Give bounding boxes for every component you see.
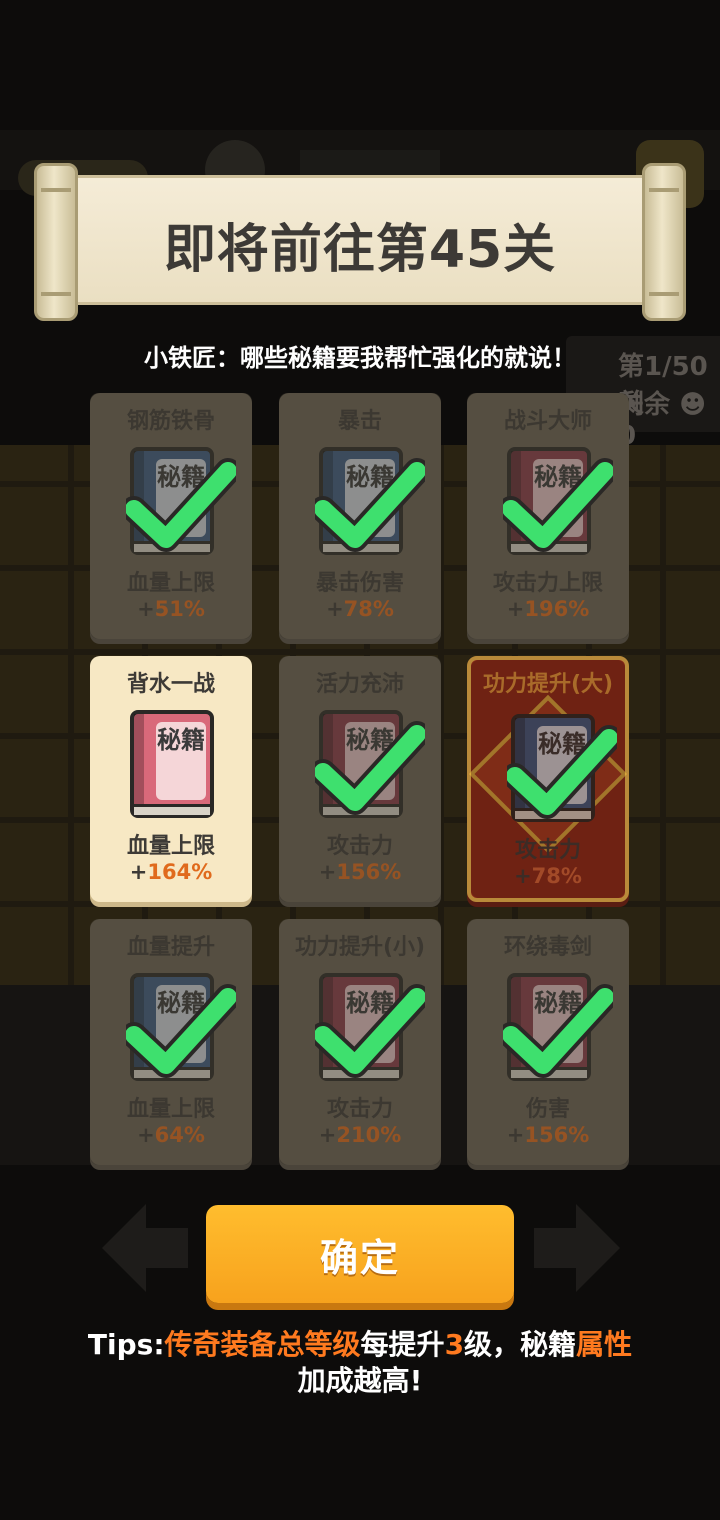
checkmark-icon (503, 984, 613, 1078)
card-value: +196% (506, 597, 590, 621)
card-name: 战斗大师 (503, 409, 592, 434)
card-value: +156% (318, 860, 402, 884)
card-name: 背水一战 (126, 672, 215, 697)
card-stat: 攻击力 (514, 838, 581, 863)
card-name: 血量提升 (126, 935, 215, 960)
title-scroll-banner: 即将前往第45关 (34, 163, 686, 323)
checkmark-icon (507, 725, 617, 819)
scroll-roll-right (642, 163, 686, 321)
tips-text: Tips:传奇装备总等级每提升3级，秘籍属性 加成越高! (87, 1328, 633, 1397)
scroll-roll-left (34, 163, 78, 321)
arrow-right-icon (534, 1204, 620, 1292)
card-stat: 暴击伤害 (315, 571, 404, 596)
skill-card[interactable]: 环绕毒剑 秘籍 伤害 +156% (467, 919, 629, 1165)
checkmark-icon (315, 458, 425, 552)
card-value: +64% (137, 1123, 205, 1147)
card-value: +210% (318, 1123, 402, 1147)
card-name: 暴击 (337, 409, 382, 434)
card-value: +156% (506, 1123, 590, 1147)
skill-card[interactable]: 活力充沛 秘籍 攻击力 +156% (279, 656, 441, 902)
card-value: +78% (514, 864, 582, 888)
bg-stage-remaining: 剩余 ☻0 (618, 390, 707, 451)
card-stat: 血量上限 (126, 834, 215, 859)
skill-card[interactable]: 血量提升 秘籍 血量上限 +64% (90, 919, 252, 1165)
card-name: 活力充沛 (315, 672, 404, 697)
card-value: +51% (137, 597, 205, 621)
book-icon: 秘籍 (130, 710, 214, 818)
card-name: 功力提升(大) (482, 672, 614, 697)
checkmark-icon (126, 984, 236, 1078)
skill-card[interactable]: 功力提升(大) 秘籍 攻击力 +78% (467, 656, 629, 902)
skill-book-grid: 钢筋铁骨 秘籍 血量上限 +51% 暴击 秘籍 暴击伤害 +78% 战斗大师 秘籍 攻击力上限 +19… (90, 393, 630, 1165)
card-value: +78% (326, 597, 394, 621)
card-value: +164% (129, 860, 213, 884)
card-stat: 伤害 (525, 1097, 570, 1122)
confirm-button[interactable]: 确定 (206, 1205, 514, 1303)
checkmark-icon (503, 458, 613, 552)
skill-card[interactable]: 暴击 秘籍 暴击伤害 +78% (279, 393, 441, 639)
skill-card[interactable]: 功力提升(小) 秘籍 攻击力 +210% (279, 919, 441, 1165)
checkmark-icon (315, 984, 425, 1078)
card-name: 环绕毒剑 (503, 935, 592, 960)
book-label: 秘籍 (156, 722, 206, 800)
card-name: 钢筋铁骨 (126, 409, 215, 434)
card-stat: 血量上限 (126, 571, 215, 596)
card-name: 功力提升(小) (294, 935, 426, 960)
skill-card[interactable]: 钢筋铁骨 秘籍 血量上限 +51% (90, 393, 252, 639)
arrow-left-icon (102, 1204, 188, 1292)
skill-card[interactable]: 战斗大师 秘籍 攻击力上限 +196% (467, 393, 629, 639)
card-stat: 攻击力 (326, 834, 393, 859)
banner-title: 即将前往第45关 (163, 220, 557, 280)
skill-card[interactable]: 背水一战秘籍血量上限 +164% (90, 656, 252, 902)
card-stat: 攻击力上限 (492, 571, 603, 596)
skull-icon: ☻ (670, 390, 707, 420)
checkmark-icon (126, 458, 236, 552)
card-stat: 血量上限 (126, 1097, 215, 1122)
blacksmith-prompt: 小铁匠：哪些秘籍要我帮忙强化的就说！ (144, 344, 576, 372)
card-stat: 攻击力 (326, 1097, 393, 1122)
checkmark-icon (315, 721, 425, 815)
